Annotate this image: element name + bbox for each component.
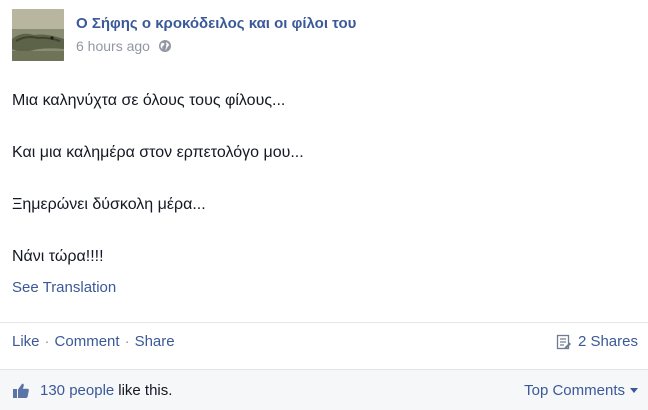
author-name[interactable]: Ο Σήφης ο κροκόδειλος και οι φίλοι του [76,15,356,32]
shares-count-label: 2 Shares [577,333,638,350]
shares-icon [556,334,571,349]
post-footer: 130 people like this. Top Comments [0,370,648,410]
avatar[interactable] [12,9,64,61]
post-timestamp[interactable]: 6 hours ago [76,38,150,54]
post-line: Και μια καλημέρα στον ερπετολόγο μου... [12,144,304,161]
likes-suffix: like this. [118,382,173,399]
action-separator: · [44,333,50,350]
post-actions: Like · Comment · Share [12,333,175,350]
comment-button[interactable]: Comment [55,333,120,350]
divider [0,322,648,323]
shares-count-link[interactable]: 2 Shares [556,333,638,350]
post-meta: 6 hours ago [76,38,172,54]
thumbs-up-icon [13,383,29,398]
post-header: Ο Σήφης ο κροκόδειλος και οι φίλοι του 6… [12,9,632,61]
top-comments-dropdown[interactable]: Top Comments [524,382,638,399]
chevron-down-icon [630,388,638,393]
post-line: Ξημερώνει δύσκολη μέρα... [12,196,206,213]
post-body: Μια καληνύχτα σε όλους τους φίλους... Κα… [12,88,632,270]
see-translation-link[interactable]: See Translation [12,279,116,296]
post-line: Μια καληνύχτα σε όλους τους φίλους... [12,92,286,109]
post-card: Ο Σήφης ο κροκόδειλος και οι φίλοι του 6… [0,0,648,410]
action-separator: · [124,333,130,350]
globe-icon[interactable] [158,39,172,53]
post-line: Νάνι τώρα!!!! [12,248,104,265]
share-button[interactable]: Share [135,333,175,350]
top-comments-label: Top Comments [524,382,625,399]
likes-summary: 130 people like this. [12,382,172,399]
like-button[interactable]: Like [12,333,40,350]
likes-count-link[interactable]: 130 people [40,382,114,399]
